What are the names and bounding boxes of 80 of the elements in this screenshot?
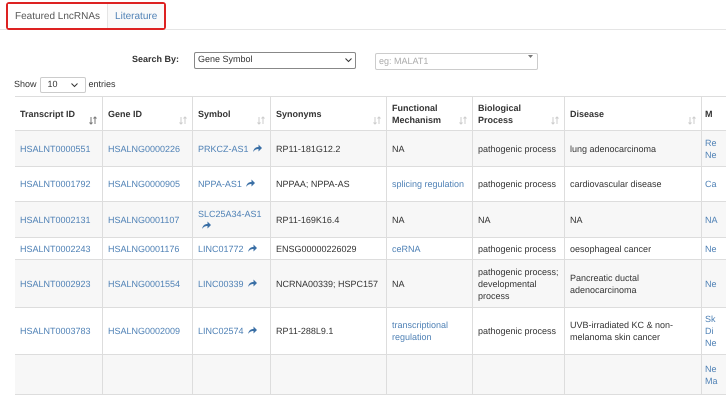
table-cell: RP11-169K16.4: [276, 214, 340, 226]
search-by-label: Search By:: [132, 53, 180, 66]
table-link[interactable]: LINC02574: [198, 325, 257, 337]
table-link[interactable]: HSALNT0003783: [20, 325, 91, 337]
table-link[interactable]: LINC01772: [198, 242, 257, 254]
table-cell: NA: [392, 214, 405, 226]
column-header[interactable]: Synonyms: [270, 97, 386, 130]
column-header[interactable]: Symbol: [192, 97, 270, 130]
table-link[interactable]: HSALNG0001554: [108, 278, 180, 290]
table-cell: NA: [392, 278, 405, 290]
column-header[interactable]: M: [701, 97, 724, 130]
chevron-down-icon: [345, 58, 352, 62]
column-header[interactable]: Transcript ID: [15, 97, 102, 130]
table-cell: oesophageal cancer: [570, 242, 652, 254]
table-cell: NA: [570, 214, 583, 226]
sort-icon: [459, 116, 467, 125]
table-cell: NPPAA; NPPA-AS: [276, 178, 350, 190]
share-arrow-icon[interactable]: [248, 244, 257, 252]
table-cell: lung adenocarcinoma: [570, 142, 656, 154]
table-link[interactable]: NPPA-AS1: [198, 178, 255, 190]
table-link[interactable]: HSALNT0002243: [20, 242, 91, 254]
share-arrow-icon[interactable]: [248, 278, 257, 286]
table-link[interactable]: HSALNT0001792: [20, 178, 91, 190]
table-link[interactable]: Re Ne: [705, 136, 719, 160]
table-cell: RP11-288L9.1: [276, 325, 334, 337]
share-arrow-icon[interactable]: [248, 326, 257, 334]
table-link[interactable]: NA: [705, 214, 719, 226]
table-link[interactable]: HSALNT0002131: [20, 214, 91, 226]
table-link[interactable]: HSALNG0002009: [108, 325, 180, 337]
share-arrow-icon[interactable]: [252, 144, 262, 152]
table-link[interactable]: SLC25A34-AS1: [198, 208, 265, 232]
sort-icon: [551, 116, 559, 125]
table-link[interactable]: HSALNG0001176: [108, 242, 180, 254]
table-cell: NA: [478, 214, 491, 226]
search-type-select[interactable]: Gene Symbol: [194, 52, 356, 68]
share-arrow-icon[interactable]: [202, 220, 211, 228]
sort-icon: [373, 116, 381, 125]
sort-icon: [257, 116, 265, 125]
table-cell: pathogenic process; developmental process: [478, 266, 559, 302]
mechanism-link[interactable]: transcriptional regulation: [392, 319, 467, 343]
table-link[interactable]: Ca: [705, 178, 719, 190]
table-cell: pathogenic process: [478, 142, 556, 154]
mechanism-link[interactable]: splicing regulation: [392, 178, 464, 190]
sort-icon: [179, 116, 187, 125]
column-header[interactable]: Functional Mechanism: [386, 97, 472, 130]
caret-down-icon: [528, 55, 533, 58]
entries-select[interactable]: 10: [40, 77, 86, 93]
table-link[interactable]: LINC00339: [198, 278, 257, 290]
table-cell-text: UVB-irradiated KC & non-melanoma skin cancer: [570, 319, 674, 343]
column-header[interactable]: Biological Process: [472, 97, 564, 130]
table-link[interactable]: Ne: [705, 242, 719, 254]
tab[interactable]: Literature: [107, 4, 164, 28]
entries-label: entries: [88, 78, 116, 92]
table-cell: pathogenic process: [478, 178, 556, 190]
table-link[interactable]: HSALNT0002923: [20, 278, 91, 290]
table-cell: RP11-181G12.2: [276, 142, 340, 154]
column-header[interactable]: Disease: [564, 97, 701, 130]
table-cell-text: Pancreatic ductal adenocarcinoma: [570, 272, 640, 296]
table-cell: NA: [392, 142, 405, 154]
table-cell: NCRNA00339; HSPC157: [276, 278, 378, 290]
sort-icon: [688, 116, 696, 125]
share-arrow-icon[interactable]: [246, 179, 255, 187]
chevron-down-icon: [70, 82, 78, 88]
table-link[interactable]: HSALNG0000226: [108, 142, 180, 154]
column-header[interactable]: Gene ID: [102, 97, 192, 130]
table-cell: pathogenic process: [478, 325, 556, 337]
table-link[interactable]: Ne: [705, 278, 719, 290]
table-cell: pathogenic process: [478, 242, 556, 254]
mechanism-link[interactable]: ceRNA: [392, 242, 421, 254]
table-link[interactable]: HSALNT0000551: [20, 142, 91, 154]
table-link[interactable]: HSALNG0000905: [108, 178, 180, 190]
table-link[interactable]: HSALNG0001107: [108, 214, 180, 226]
table-link[interactable]: PRKCZ-AS1: [198, 142, 262, 154]
table-cell: cardiovascular disease: [570, 178, 662, 190]
search-input[interactable]: eg: MALAT1: [375, 52, 538, 70]
table-link[interactable]: Ne Ma: [705, 362, 719, 386]
sort-icon: [89, 116, 97, 125]
show-label: Show: [14, 78, 37, 92]
table-cell: ENSG00000226029: [276, 242, 357, 254]
table-link[interactable]: Sk Di Ne: [705, 313, 719, 349]
